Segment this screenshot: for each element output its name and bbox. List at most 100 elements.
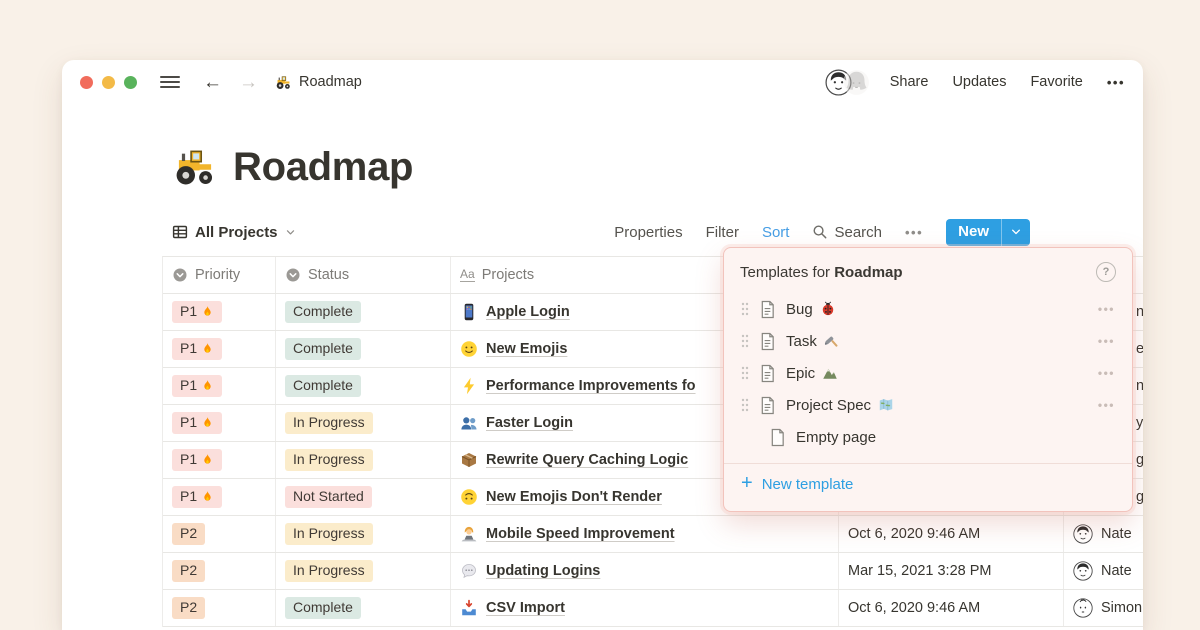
filter-button[interactable]: Filter: [706, 224, 739, 241]
date-cell[interactable]: Oct 6, 2020 9:46 AM: [839, 516, 1064, 552]
forward-button[interactable]: →: [235, 73, 262, 92]
tractor-emoji[interactable]: [172, 144, 218, 190]
back-button[interactable]: ←: [199, 73, 226, 92]
template-list: Bug ••• Task ••• Epic ••• Project Spec •…: [724, 291, 1132, 453]
view-toolbar: All Projects Properties Filter Sort Sear…: [172, 216, 1030, 248]
project-link[interactable]: Updating Logins: [486, 563, 600, 579]
new-template-button[interactable]: + New template: [724, 463, 1132, 504]
collaborator-avatars[interactable]: [824, 68, 870, 96]
person-cell[interactable]: Nate: [1064, 553, 1143, 589]
date-value: Mar 15, 2021 3:28 PM: [848, 563, 992, 579]
date-cell[interactable]: Mar 15, 2021 3:28 PM: [839, 553, 1064, 589]
priority-cell[interactable]: P1: [163, 442, 276, 478]
breadcrumb[interactable]: Roadmap: [275, 74, 362, 91]
properties-button[interactable]: Properties: [614, 224, 682, 241]
template-item-epic[interactable]: Epic •••: [730, 357, 1126, 389]
tractor-emoji: [275, 74, 292, 91]
sidebar-menu-icon[interactable]: [160, 76, 180, 88]
priority-cell[interactable]: P1: [163, 479, 276, 515]
table-row: P2 In Progress Updating Logins Mar 15, 2…: [163, 553, 1143, 590]
template-more-button[interactable]: •••: [1098, 334, 1115, 348]
drag-handle-icon[interactable]: [741, 398, 749, 412]
project-link[interactable]: Apple Login: [486, 304, 570, 320]
template-item-bug[interactable]: Bug •••: [730, 293, 1126, 325]
date-cell[interactable]: Oct 6, 2020 9:46 AM: [839, 590, 1064, 626]
new-button[interactable]: New: [946, 218, 1030, 246]
template-item-task[interactable]: Task •••: [730, 325, 1126, 357]
project-link[interactable]: Faster Login: [486, 415, 573, 431]
project-cell[interactable]: CSV Import: [451, 590, 839, 626]
template-more-button[interactable]: •••: [1098, 366, 1115, 380]
table-row: P2 Complete CSV Import Oct 6, 2020 9:46 …: [163, 590, 1143, 627]
person-name: Nate: [1101, 563, 1132, 579]
column-header-status[interactable]: Status: [276, 257, 451, 293]
chevron-down-icon: [1010, 226, 1022, 238]
template-item-empty-page[interactable]: Empty page: [730, 421, 1126, 453]
share-button[interactable]: Share: [890, 74, 929, 90]
priority-cell[interactable]: P1: [163, 368, 276, 404]
busts-in-silhouette-emoji: [460, 414, 478, 432]
fire-emoji: [201, 342, 214, 355]
drag-handle-icon[interactable]: [741, 302, 749, 316]
page-title[interactable]: Roadmap: [233, 145, 413, 190]
status-cell[interactable]: Complete: [276, 331, 451, 367]
title-property-icon: Aa: [460, 266, 475, 283]
updates-button[interactable]: Updates: [952, 74, 1006, 90]
person-cell[interactable]: Simon: [1064, 590, 1143, 626]
app-window: ← → Roadmap Share Updates Favorite ••• R…: [62, 60, 1143, 630]
project-link[interactable]: Mobile Speed Improvement: [486, 526, 675, 542]
status-label: Complete: [285, 300, 361, 324]
priority-cell[interactable]: P1: [163, 331, 276, 367]
status-cell[interactable]: In Progress: [276, 442, 451, 478]
status-cell[interactable]: In Progress: [276, 516, 451, 552]
page-icon: [759, 332, 776, 351]
priority-cell[interactable]: P2: [163, 553, 276, 589]
date-value: Oct 6, 2020 9:46 AM: [848, 526, 981, 542]
template-label: Project Spec: [786, 396, 872, 414]
template-more-button[interactable]: •••: [1098, 398, 1115, 412]
maximize-window-button[interactable]: [124, 75, 137, 89]
project-cell[interactable]: Mobile Speed Improvement: [451, 516, 839, 552]
world-map-emoji: [878, 397, 894, 413]
view-switcher[interactable]: All Projects: [172, 224, 296, 241]
template-more-button[interactable]: •••: [1098, 302, 1115, 316]
templates-popup: Templates for Roadmap ? Bug ••• Task •••: [723, 247, 1133, 512]
project-link[interactable]: CSV Import: [486, 600, 565, 616]
drag-handle-icon[interactable]: [741, 334, 749, 348]
view-more-button[interactable]: •••: [905, 225, 923, 240]
column-header-priority[interactable]: Priority: [163, 257, 276, 293]
drag-handle-icon[interactable]: [741, 366, 749, 380]
new-button-label: New: [958, 222, 989, 240]
table-row: P2 In Progress Mobile Speed Improvement …: [163, 516, 1143, 553]
minimize-window-button[interactable]: [102, 75, 115, 89]
status-cell[interactable]: Complete: [276, 590, 451, 626]
more-options-button[interactable]: •••: [1107, 75, 1125, 90]
project-link[interactable]: Performance Improvements fo: [486, 378, 696, 394]
status-label: In Progress: [285, 559, 373, 583]
select-property-icon: [285, 267, 301, 283]
priority-cell[interactable]: P2: [163, 516, 276, 552]
status-cell[interactable]: In Progress: [276, 405, 451, 441]
search-button[interactable]: Search: [812, 224, 882, 241]
priority-cell[interactable]: P1: [163, 405, 276, 441]
status-cell[interactable]: Complete: [276, 368, 451, 404]
template-item-project-spec[interactable]: Project Spec •••: [730, 389, 1126, 421]
project-link[interactable]: New Emojis: [486, 341, 567, 357]
help-icon[interactable]: ?: [1096, 262, 1116, 282]
status-cell[interactable]: Complete: [276, 294, 451, 330]
mountain-emoji: [822, 365, 838, 381]
person-cell[interactable]: Nate: [1064, 516, 1143, 552]
status-cell[interactable]: Not Started: [276, 479, 451, 515]
project-link[interactable]: Rewrite Query Caching Logic: [486, 452, 688, 468]
priority-cell[interactable]: P1: [163, 294, 276, 330]
search-icon: [812, 224, 828, 240]
plus-icon: +: [741, 472, 753, 494]
close-window-button[interactable]: [80, 75, 93, 89]
new-dropdown-button[interactable]: [1002, 219, 1030, 246]
sort-button[interactable]: Sort: [762, 224, 790, 241]
priority-cell[interactable]: P2: [163, 590, 276, 626]
favorite-button[interactable]: Favorite: [1030, 74, 1082, 90]
status-cell[interactable]: In Progress: [276, 553, 451, 589]
project-link[interactable]: New Emojis Don't Render: [486, 489, 662, 505]
project-cell[interactable]: Updating Logins: [451, 553, 839, 589]
